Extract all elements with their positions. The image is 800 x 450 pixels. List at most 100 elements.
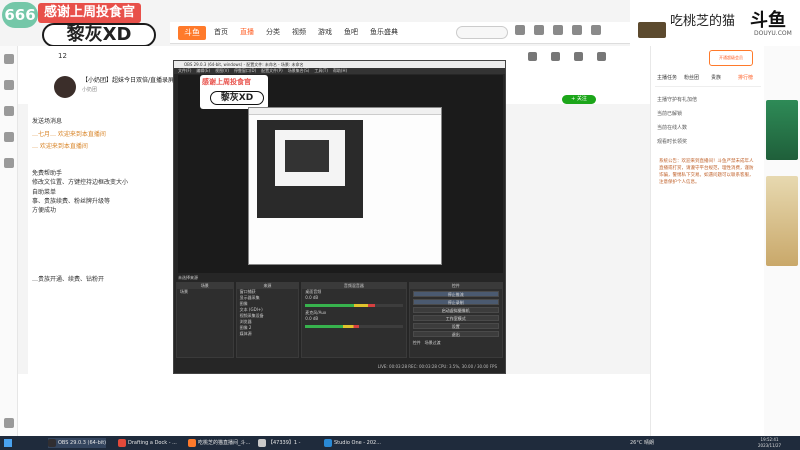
sources-dock: 来源 窗口捕获 显示器采集 图像 文本 (GDI+) 视频采集设备 浏览器 图像 2 媒体源: [235, 282, 300, 358]
volume-meter[interactable]: [305, 325, 403, 328]
obs-menu-item[interactable]: 工具(T): [314, 68, 328, 73]
fishbar-icon[interactable]: [4, 158, 14, 168]
dock-tab[interactable]: 控件: [413, 340, 421, 346]
chat-message: …七月… 欢迎来到本直播间: [32, 131, 106, 138]
header-icon-group: [515, 25, 601, 35]
preview-overlay-nickname: 黎灰XD: [210, 91, 264, 105]
room-title: 【小奶团】超妹今日双倍/直播录屏: [82, 77, 175, 84]
avatar[interactable]: [54, 76, 76, 98]
mixer-channel-db: 0.0 dB: [305, 316, 319, 321]
right-tab[interactable]: 主播任务: [657, 74, 677, 81]
volume-level: [305, 325, 359, 328]
video-icon[interactable]: [4, 132, 14, 142]
control-button[interactable]: 设置: [412, 323, 499, 329]
taskbar-app[interactable]: 吃桃芝的猫直播间_斗...: [188, 438, 250, 448]
room-number-badge: 666: [2, 2, 38, 28]
right-tab[interactable]: 粉丝团: [684, 74, 699, 81]
task-icon[interactable]: [574, 52, 583, 61]
settings-icon[interactable]: [4, 418, 14, 428]
weather-tray[interactable]: 26°C 晴朗: [630, 438, 654, 448]
room-subtitle: 小奶团: [82, 87, 98, 93]
nav-item[interactable]: 直播: [240, 27, 254, 37]
nav-item[interactable]: 游戏: [318, 27, 332, 37]
nested-inner-capture: [275, 130, 345, 186]
scene-item[interactable]: 场景: [177, 289, 233, 295]
follow-icon[interactable]: [534, 25, 544, 35]
chat-message: …贵族开通、续费、钻粉开: [32, 276, 105, 283]
nav-item[interactable]: 分类: [266, 27, 280, 37]
douyu-logo[interactable]: 斗鱼: [178, 26, 206, 40]
streamer-name: 吃桃芝的猫: [670, 14, 736, 29]
follow-button[interactable]: + 关注: [562, 95, 596, 104]
history-icon[interactable]: [515, 25, 525, 35]
shop-icon[interactable]: [597, 52, 606, 61]
download-icon[interactable]: [572, 25, 582, 35]
volume-level: [305, 304, 376, 307]
message-icon[interactable]: [553, 25, 563, 35]
category-icon[interactable]: [4, 106, 14, 116]
taskbar-app[interactable]: 【47339】1 -: [258, 438, 300, 448]
control-button[interactable]: 停止推流: [412, 291, 499, 297]
ad-banner[interactable]: [766, 100, 798, 160]
taskbar-app[interactable]: Drafting a Dock - ...: [118, 438, 177, 448]
control-button[interactable]: 工作室模式: [412, 315, 499, 321]
nested-capture: [248, 107, 442, 265]
control-button[interactable]: 停止录制: [412, 299, 499, 305]
home-icon[interactable]: [4, 54, 14, 64]
ad-rail: [764, 46, 800, 436]
chat-message: 修改文位置、方键控持边框改变大小: [32, 179, 129, 186]
obs-window[interactable]: OBS 29.0.3 (64-bit, windows) - 配置文件: 未命名…: [173, 60, 506, 374]
obs-menu-item[interactable]: 帮助(H): [333, 68, 347, 73]
obs-menu-item[interactable]: 场景集合(S): [288, 68, 310, 73]
obs-titlebar[interactable]: OBS 29.0.3 (64-bit, windows) - 配置文件: 未命名…: [174, 61, 505, 68]
control-button[interactable]: 退出: [412, 331, 499, 337]
brand-sub: DOUYU.COM: [754, 30, 792, 37]
scenes-dock: 场景 场景: [176, 282, 234, 358]
taskbar-app[interactable]: Studio One - 202...: [324, 438, 381, 448]
left-rail: [0, 46, 18, 436]
nav-item[interactable]: 视频: [292, 27, 306, 37]
system-notice: 系统公告：欢迎来到直播间！斗鱼严禁未成年人直播或打赏，请遵守平台规范，理性消费，…: [659, 159, 754, 185]
overlay-nickname: 黎灰XD: [42, 23, 156, 47]
vip-button[interactable]: 开通超级会员: [709, 50, 753, 66]
obs-menu-item[interactable]: 视图(V): [215, 68, 229, 73]
right-entry: 当前在线人数: [657, 125, 688, 131]
taskbar-app[interactable]: OBS 29.0.3 (64-bit): [48, 438, 107, 448]
gift-icon[interactable]: [551, 52, 560, 61]
right-tab[interactable]: 贵族: [711, 74, 721, 81]
clock[interactable]: 19:52:41 2023/11/27: [758, 437, 781, 449]
nav-item[interactable]: 鱼吧: [344, 27, 358, 37]
chat-message: … 欢迎来到本直播间: [32, 143, 88, 150]
obs-menubar: 文件(F) 编辑(E) 视图(V) 停靠窗口(D) 配置文件(P) 场景集合(S) 工具(T…: [174, 68, 505, 74]
control-button[interactable]: 启动虚拟摄像机: [412, 307, 499, 313]
right-entry: 主播守护有礼加倍: [657, 97, 698, 103]
obs-menu-item[interactable]: 停靠窗口(D): [234, 68, 256, 73]
site-header: 斗鱼 首页 直播 分类 视频 游戏 鱼吧 鱼乐盛典: [170, 22, 630, 44]
nested-toolbar: [249, 108, 441, 115]
right-tab[interactable]: 排行榜: [738, 74, 753, 81]
chat-message: 发送场消息: [32, 118, 63, 125]
page-bottom: [18, 374, 650, 436]
stream-overlay-banner: 666 感谢上周投食官 黎灰XD: [0, 0, 170, 50]
chat-message: 事、贵族续费、粉丝牌升级等: [32, 198, 111, 205]
windows-taskbar: 26°C 晴朗 19:52:41 2023/11/27 OBS 29.0.3 (…: [0, 436, 800, 450]
avatar[interactable]: [591, 25, 601, 35]
nav-item[interactable]: 首页: [214, 27, 228, 37]
obs-menu-item[interactable]: 文件(F): [178, 68, 191, 73]
source-item[interactable]: 媒体源: [237, 331, 299, 337]
right-entry: 观看时长领奖: [657, 139, 688, 145]
obs-preview[interactable]: 感谢上周投食官 黎灰XD: [178, 75, 503, 273]
ad-banner-2[interactable]: [766, 176, 798, 266]
start-icon[interactable]: [4, 439, 12, 447]
source-toolbar: 未选择来源: [178, 275, 198, 280]
dock-tab[interactable]: 场景过渡: [425, 340, 441, 346]
obs-menu-item[interactable]: 编辑(E): [196, 68, 210, 73]
share-icon[interactable]: [528, 52, 537, 61]
brand-logo: 斗鱼: [750, 10, 786, 31]
dock-tabs: 控件 场景过渡: [410, 340, 502, 346]
live-icon[interactable]: [4, 80, 14, 90]
search-input[interactable]: [456, 26, 508, 39]
volume-meter[interactable]: [305, 304, 403, 307]
nav-item[interactable]: 鱼乐盛典: [370, 27, 398, 37]
obs-menu-item[interactable]: 配置文件(P): [261, 68, 283, 73]
